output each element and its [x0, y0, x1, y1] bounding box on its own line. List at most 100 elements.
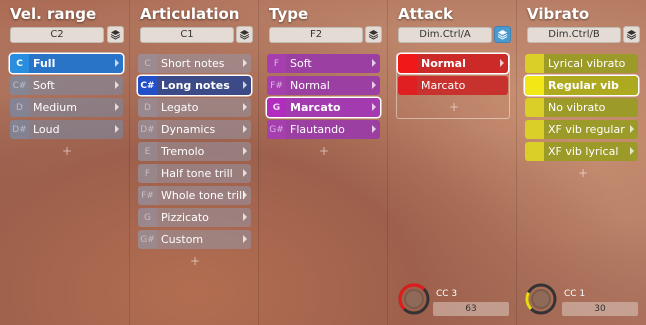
key-label: F	[267, 54, 286, 73]
item-label: Flautando	[290, 123, 345, 136]
column-title: Attack	[398, 5, 453, 23]
item-label: Long notes	[161, 79, 230, 92]
item-label: Full	[33, 57, 56, 70]
key-label: G	[138, 208, 157, 227]
key-label: F#	[267, 76, 286, 95]
item-label: XF vib lyrical	[548, 145, 619, 158]
list-item[interactable]: C# Long notes	[138, 76, 251, 95]
add-item-button[interactable]: +	[578, 166, 588, 180]
item-label: No vibrato	[548, 101, 606, 114]
column-title: Vel. range	[10, 5, 97, 23]
key-label	[525, 98, 544, 117]
add-item-button[interactable]: +	[190, 254, 200, 268]
list-item[interactable]: D# Dynamics	[138, 120, 251, 139]
keyswitch-selector[interactable]: Dim.Ctrl/B	[527, 27, 621, 43]
arrow-right-icon	[115, 81, 119, 89]
arrow-right-icon	[630, 147, 634, 155]
arrow-right-icon	[500, 59, 504, 67]
list-item[interactable]: XF vib lyrical	[525, 142, 638, 161]
list-item[interactable]: F# Normal	[267, 76, 380, 95]
add-item-button[interactable]: +	[62, 144, 72, 158]
key-label: D#	[138, 120, 157, 139]
cc-label: CC 1	[564, 289, 586, 299]
key-label: C	[138, 54, 157, 73]
vibrato-cc-knob[interactable]	[525, 283, 557, 315]
arrow-right-icon	[630, 125, 634, 133]
list-item[interactable]: G Marcato	[267, 98, 380, 117]
column-attack: Attack Dim.Ctrl/A Normal Marcato + CC 3 …	[388, 0, 517, 325]
list-item[interactable]: C Full	[10, 54, 123, 73]
stack-button[interactable]	[107, 26, 124, 43]
list-item[interactable]: F Soft	[267, 54, 380, 73]
column-title: Vibrato	[527, 5, 590, 23]
item-label: Marcato	[290, 101, 341, 114]
list-item[interactable]: G Pizzicato	[138, 208, 251, 227]
add-item-button[interactable]: +	[449, 100, 459, 114]
list-item[interactable]: F Half tone trill	[138, 164, 251, 183]
layers-icon	[626, 30, 637, 40]
key-label	[525, 120, 544, 139]
item-label: Regular vib	[548, 79, 619, 92]
arrow-right-icon	[243, 59, 247, 67]
item-label: Half tone trill	[161, 167, 233, 180]
stack-button[interactable]	[365, 26, 382, 43]
list-item[interactable]: D Legato	[138, 98, 251, 117]
item-label: Normal	[290, 79, 330, 92]
list-item[interactable]: C# Soft	[10, 76, 123, 95]
column-articulation: Articulation C1 C Short notes C# Long no…	[130, 0, 259, 325]
key-label: G	[267, 98, 286, 117]
arrow-right-icon	[372, 81, 376, 89]
stack-button[interactable]	[236, 26, 253, 43]
item-label: Loud	[33, 123, 60, 136]
key-label: C#	[10, 76, 29, 95]
key-label	[398, 54, 417, 73]
list-item[interactable]: D Medium	[10, 98, 123, 117]
list-item[interactable]: No vibrato	[525, 98, 638, 117]
arrow-right-icon	[243, 191, 247, 199]
key-label: G#	[138, 230, 157, 249]
attack-cc-knob[interactable]	[398, 283, 430, 315]
list-item[interactable]: Regular vib	[525, 76, 638, 95]
arrow-right-icon	[115, 59, 119, 67]
layers-icon	[497, 30, 508, 40]
list-item[interactable]: XF vib regular	[525, 120, 638, 139]
item-label: Soft	[290, 57, 312, 70]
item-label: Medium	[33, 101, 77, 114]
list-item[interactable]: G# Flautando	[267, 120, 380, 139]
list-item[interactable]: F# Whole tone trill	[138, 186, 251, 205]
key-label: D#	[10, 120, 29, 139]
key-label	[525, 142, 544, 161]
key-label: F	[138, 164, 157, 183]
list-item[interactable]: Normal	[398, 54, 508, 73]
keyswitch-selector[interactable]: F2	[269, 27, 363, 43]
key-label	[398, 76, 417, 95]
item-label: Tremolo	[161, 145, 205, 158]
stack-button[interactable]	[494, 26, 511, 43]
key-label: F#	[138, 186, 157, 205]
cc-value[interactable]: 63	[433, 302, 509, 316]
item-label: Legato	[161, 101, 199, 114]
column-title: Articulation	[140, 5, 240, 23]
list-item[interactable]: Marcato	[398, 76, 508, 95]
key-label: D	[138, 98, 157, 117]
key-label: C	[10, 54, 29, 73]
list-item[interactable]: Lyrical vibrato	[525, 54, 638, 73]
list-item[interactable]: G# Custom	[138, 230, 251, 249]
column-type: Type F2 F Soft F# Normal G Marcato G# Fl…	[259, 0, 388, 325]
keyswitch-selector[interactable]: C1	[140, 27, 234, 43]
list-item[interactable]: D# Loud	[10, 120, 123, 139]
arrow-right-icon	[372, 125, 376, 133]
add-item-button[interactable]: +	[319, 144, 329, 158]
key-label	[525, 76, 544, 95]
item-label: Custom	[161, 233, 204, 246]
keyswitch-selector[interactable]: Dim.Ctrl/A	[398, 27, 492, 43]
arrow-right-icon	[115, 125, 119, 133]
list-item[interactable]: E Tremolo	[138, 142, 251, 161]
cc-value[interactable]: 30	[562, 302, 638, 316]
arrow-right-icon	[372, 103, 376, 111]
keyswitch-selector[interactable]: C2	[10, 27, 104, 43]
stack-button[interactable]	[623, 26, 640, 43]
list-item[interactable]: C Short notes	[138, 54, 251, 73]
item-label: Lyrical vibrato	[548, 57, 626, 70]
arrow-right-icon	[243, 81, 247, 89]
